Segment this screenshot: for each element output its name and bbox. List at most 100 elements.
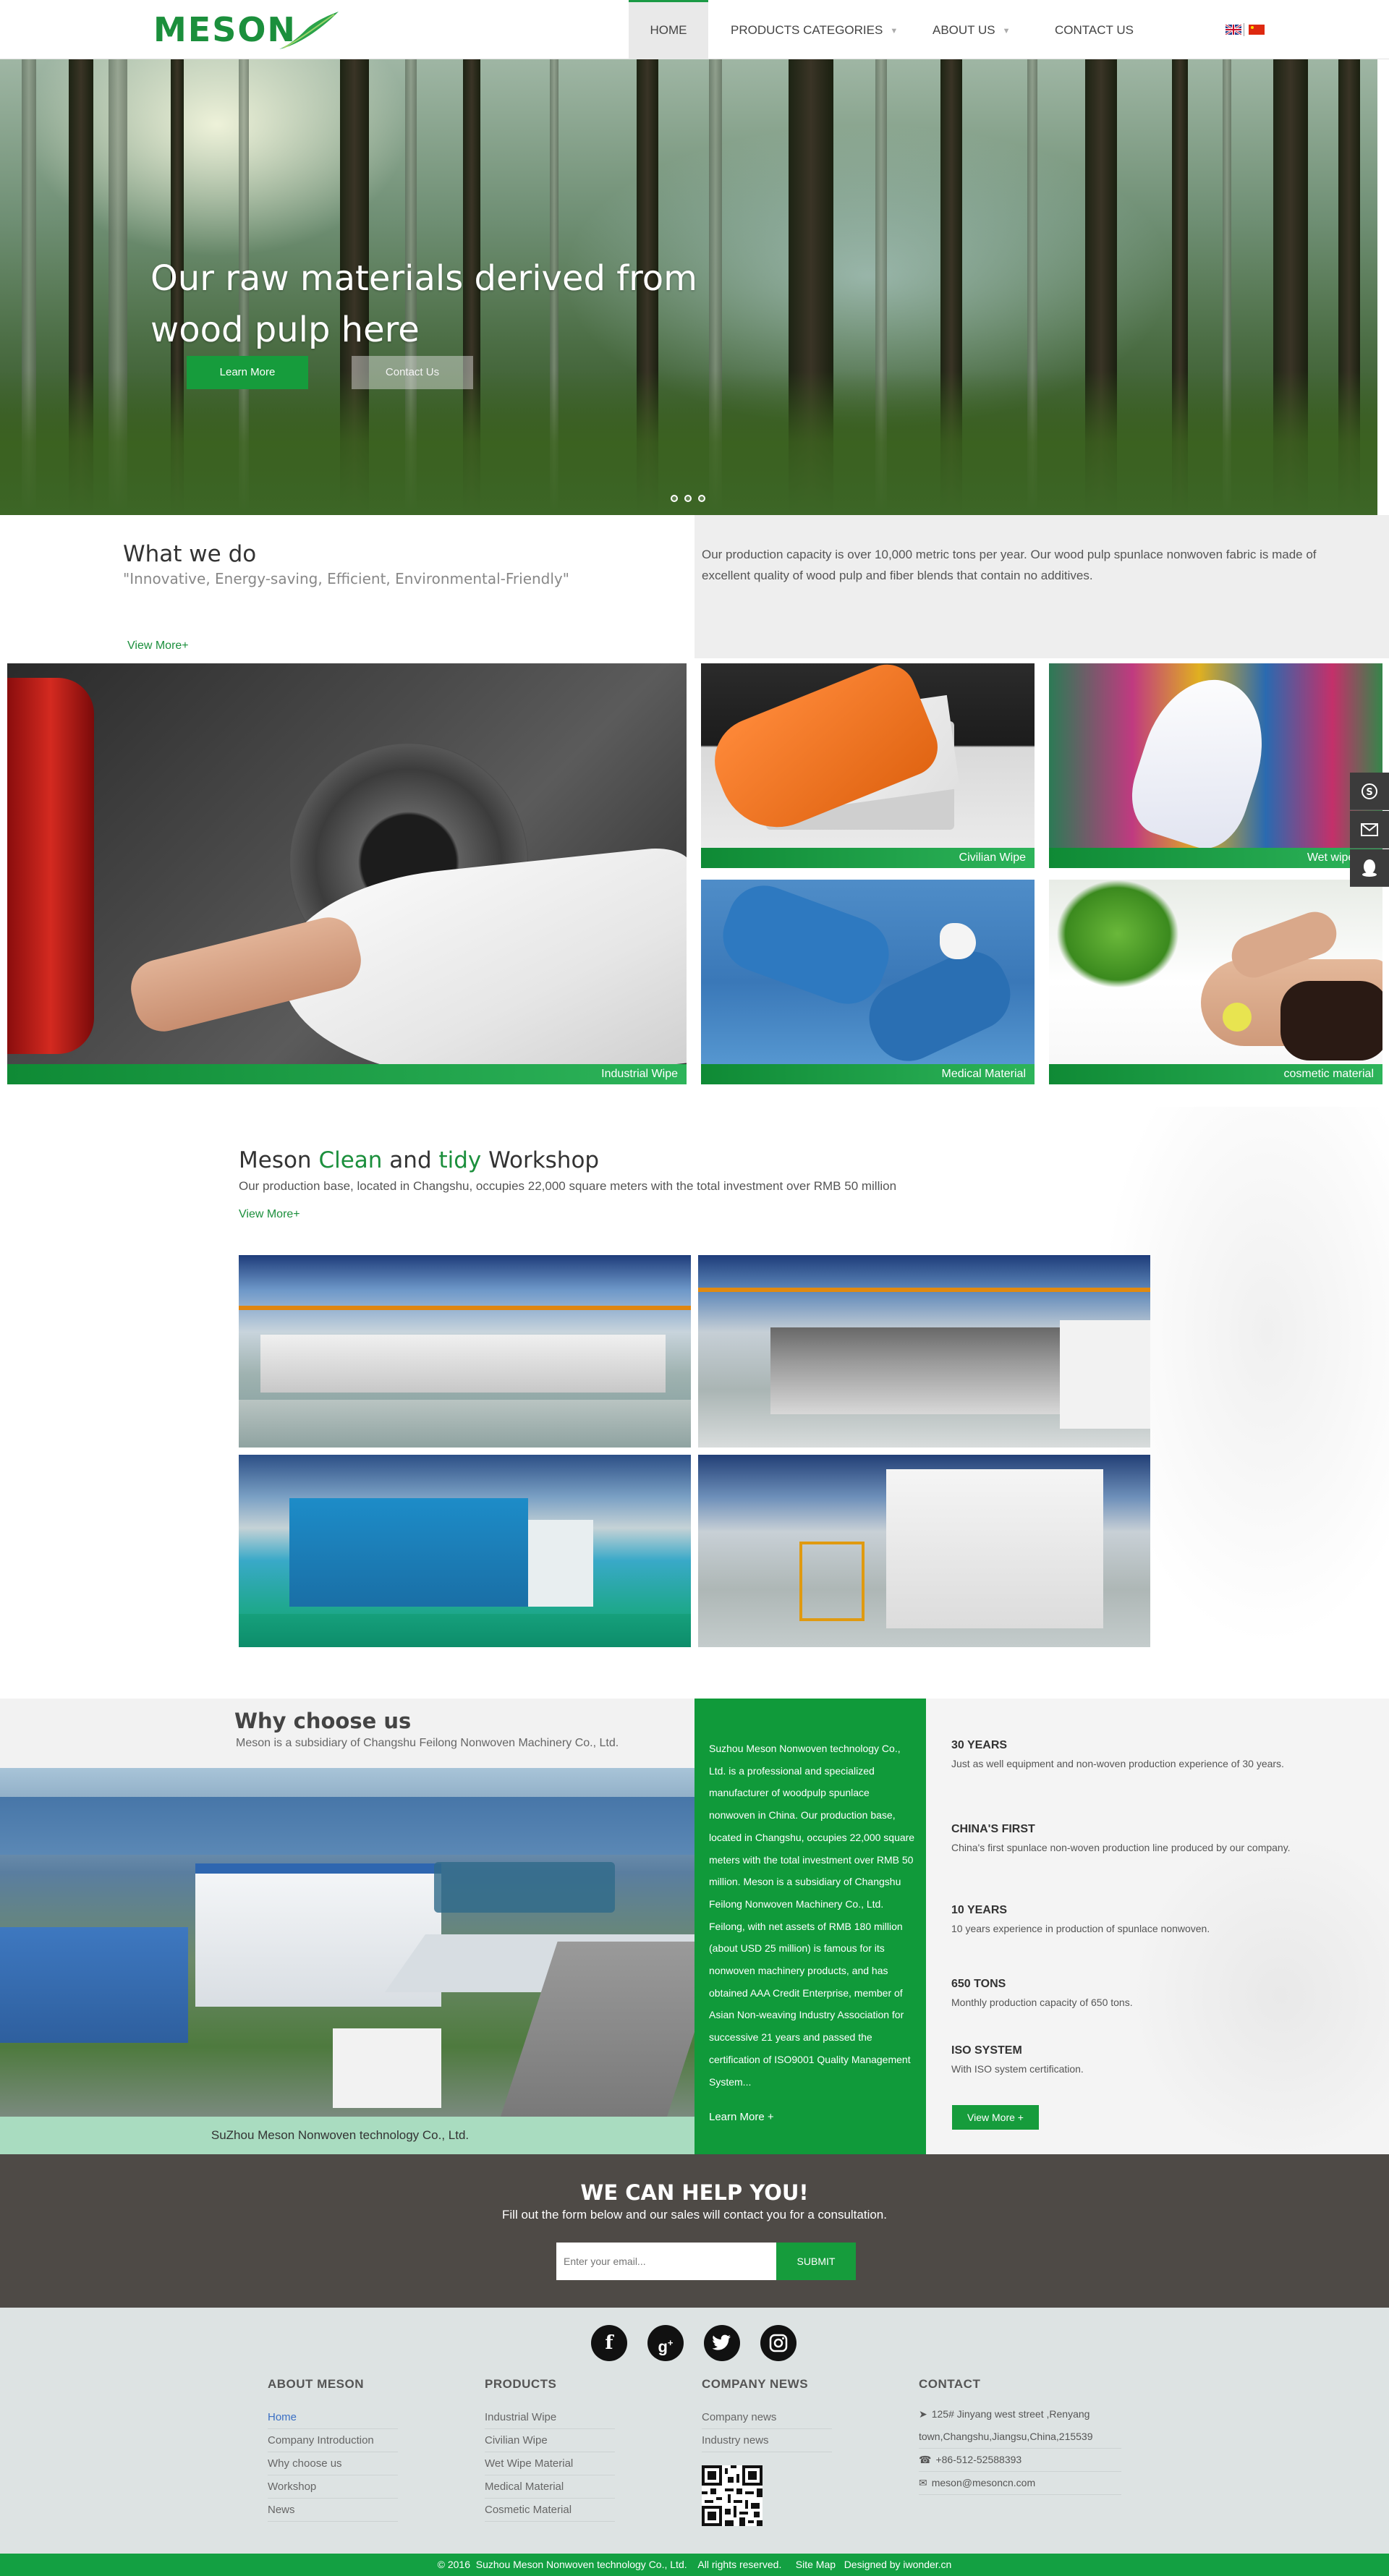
slider-dot[interactable]: [684, 495, 692, 502]
cosmetic-material-tile[interactable]: cosmetic material: [1049, 880, 1382, 1084]
footer-address-text: 125# Jinyang west street ,Renyang town,C…: [919, 2408, 1093, 2442]
footer-link-industrial-wipe[interactable]: Industrial Wipe: [485, 2406, 615, 2429]
phone-icon: ☎: [919, 2454, 932, 2465]
nav-products-label: PRODUCTS CATEGORIES: [731, 23, 883, 37]
facebook-icon[interactable]: f: [591, 2325, 627, 2361]
twitter-icon[interactable]: [704, 2325, 740, 2361]
footer-link-medical-material[interactable]: Medical Material: [485, 2475, 615, 2499]
footer-email[interactable]: ✉ meson@mesoncn.com: [919, 2472, 1121, 2495]
what-we-do-description: Our production capacity is over 10,000 m…: [702, 548, 1317, 582]
workshop-photo-3[interactable]: [239, 1455, 691, 1647]
civilian-wipe-caption: Civilian Wipe: [701, 848, 1035, 868]
footer-link-company-introduction[interactable]: Company Introduction: [268, 2429, 398, 2452]
qq-penguin-icon: [1362, 859, 1377, 877]
chevron-down-icon: ▼: [890, 27, 899, 35]
why-features-panel: 30 YEARS Just as well equipment and non-w…: [926, 1699, 1389, 2154]
slider-dot[interactable]: [671, 495, 678, 502]
wet-wipe-material-tile[interactable]: Wet wipe Ma: [1049, 663, 1382, 868]
footer-contact-column: CONTACT ➤ 125# Jinyang west street ,Renya…: [919, 2377, 1121, 2495]
help-subtitle: Fill out the form below and our sales wi…: [502, 2208, 887, 2222]
industrial-wipe-caption: Industrial Wipe: [7, 1064, 687, 1084]
footer-link-why-choose-us[interactable]: Why choose us: [268, 2452, 398, 2475]
qq-button[interactable]: [1350, 849, 1389, 887]
footer-contact-title: CONTACT: [919, 2377, 981, 2391]
skype-button[interactable]: S: [1350, 773, 1389, 810]
copyright-bar: © 2016 Suzhou Meson Nonwoven technology …: [0, 2554, 1389, 2576]
workshop-title: Meson Clean and tidy Workshop: [239, 1147, 600, 1173]
cosmetic-material-caption: cosmetic material: [1049, 1064, 1382, 1084]
nav-products[interactable]: PRODUCTS CATEGORIES ▼: [731, 0, 898, 59]
why-view-more-button[interactable]: View More +: [952, 2105, 1039, 2130]
footer-email-text: meson@mesoncn.com: [931, 2477, 1036, 2488]
footer-phone: ☎ +86-512-52588393: [919, 2449, 1121, 2472]
nav-contact[interactable]: CONTACT US: [1055, 0, 1134, 59]
what-we-do-view-more-link[interactable]: View More+: [127, 639, 189, 652]
medical-material-tile[interactable]: Medical Material: [701, 880, 1035, 1084]
copyright-text: © 2016 Suzhou Meson Nonwoven technology …: [437, 2559, 952, 2570]
footer-link-home[interactable]: Home: [268, 2406, 398, 2429]
workshop-description: Our production base, located in Changshu…: [239, 1179, 897, 1193]
nav-about-label: ABOUT US: [933, 23, 995, 37]
company-building-photo: [0, 1768, 694, 2117]
hero-contact-us-button[interactable]: Contact Us: [352, 356, 473, 389]
footer-news-title: COMPANY NEWS: [702, 2377, 809, 2391]
footer-link-company-news[interactable]: Company news: [702, 2406, 832, 2429]
footer-about-title: ABOUT MESON: [268, 2377, 364, 2391]
english-flag-icon[interactable]: [1226, 25, 1241, 35]
wet-wipe-caption: Wet wipe Ma: [1049, 848, 1382, 868]
nav-home[interactable]: HOME: [629, 0, 708, 59]
footer-link-civilian-wipe[interactable]: Civilian Wipe: [485, 2429, 615, 2452]
hero-title: Our raw materials derived from wood pulp…: [150, 258, 697, 350]
what-we-do-description-panel: Our production capacity is over 10,000 m…: [694, 515, 1389, 658]
email-input[interactable]: [556, 2243, 776, 2280]
industrial-wipe-tile[interactable]: Industrial Wipe: [7, 663, 687, 1084]
footer-link-industry-news[interactable]: Industry news: [702, 2429, 832, 2452]
footer-phone-text: +86-512-52588393: [935, 2454, 1022, 2465]
why-learn-more-link[interactable]: Learn More +: [709, 2111, 774, 2123]
site-footer: [0, 2308, 1389, 2554]
hero-learn-more-button[interactable]: Learn More: [187, 356, 308, 389]
company-caption: SuZhou Meson Nonwoven technology Co., Lt…: [211, 2128, 470, 2142]
logo-text: MESON: [153, 10, 297, 49]
feature-chinas-first: CHINA'S FIRST China's first spunlace non-…: [951, 1823, 1291, 1853]
tissue-rolls-decoration: [1129, 1829, 1389, 2154]
footer-products-column: PRODUCTS Industrial Wipe Civilian Wipe W…: [485, 2377, 615, 2522]
workshop-photo-2[interactable]: [698, 1255, 1150, 1448]
why-text-panel: Suzhou Meson Nonwoven technology Co., Lt…: [694, 1699, 926, 2154]
workshop-photo-1[interactable]: [239, 1255, 691, 1448]
contact-form-section: WE CAN HELP YOU! Fill out the form below…: [0, 2154, 1389, 2308]
site-header: MESON HOME PRODUCTS CATEGORIES ▼ ABOUT US…: [0, 0, 1389, 59]
civilian-wipe-tile[interactable]: Civilian Wipe: [701, 663, 1035, 868]
chinese-flag-icon[interactable]: [1249, 25, 1265, 35]
footer-link-wet-wipe-material[interactable]: Wet Wipe Material: [485, 2452, 615, 2475]
footer-news-column: COMPANY NEWS Company news Industry news: [702, 2377, 832, 2530]
footer-link-workshop[interactable]: Workshop: [268, 2475, 398, 2499]
nav-about[interactable]: ABOUT US ▼: [933, 0, 1010, 59]
what-we-do-slogan: "Innovative, Energy-saving, Efficient, E…: [123, 570, 569, 587]
skype-icon: S: [1362, 783, 1377, 799]
company-caption-band: SuZhou Meson Nonwoven technology Co., Lt…: [0, 2117, 694, 2154]
submit-button[interactable]: SUBMIT: [776, 2243, 856, 2280]
footer-link-cosmetic-material[interactable]: Cosmetic Material: [485, 2499, 615, 2522]
chevron-down-icon: ▼: [1002, 27, 1011, 35]
leaf-logo-icon: [279, 12, 339, 49]
wechat-qr-code: [702, 2465, 763, 2526]
workshop-view-more-link[interactable]: View More+: [239, 1208, 300, 1221]
hero-banner: Our raw materials derived from wood pulp…: [0, 59, 1377, 515]
medical-material-caption: Medical Material: [701, 1064, 1035, 1084]
feature-10-years: 10 YEARS 10 years experience in productio…: [951, 1904, 1210, 1934]
email-button[interactable]: [1350, 811, 1389, 849]
footer-about-column: ABOUT MESON Home Company Introduction Wh…: [268, 2377, 398, 2522]
instagram-icon[interactable]: [760, 2325, 797, 2361]
feature-650-tons: 650 TONS Monthly production capacity of 6…: [951, 1978, 1133, 2008]
workshop-photo-4[interactable]: [698, 1455, 1150, 1647]
envelope-icon: ✉: [919, 2477, 927, 2488]
footer-products-title: PRODUCTS: [485, 2377, 557, 2391]
svg-text:S: S: [1366, 787, 1372, 798]
help-title: WE CAN HELP YOU!: [580, 2180, 809, 2205]
footer-link-news[interactable]: News: [268, 2499, 398, 2522]
google-plus-icon[interactable]: g+: [647, 2325, 684, 2361]
slider-dot[interactable]: [698, 495, 705, 502]
feature-30-years: 30 YEARS Just as well equipment and non-w…: [951, 1739, 1284, 1769]
meson-logo[interactable]: MESON: [153, 6, 339, 52]
